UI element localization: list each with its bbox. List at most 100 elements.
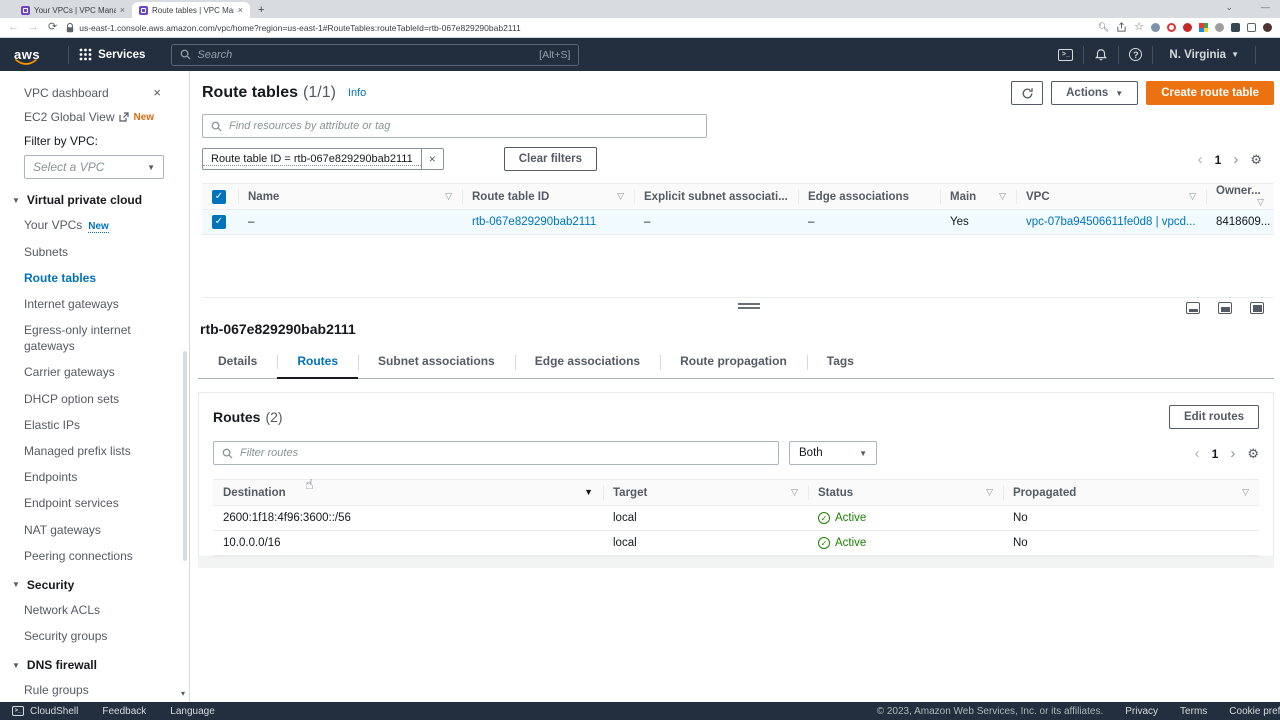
extension-icon[interactable] — [1183, 23, 1192, 32]
sidebar-item-managed-prefix-lists[interactable]: Managed prefix lists — [24, 443, 189, 459]
window-minimize-icon[interactable]: — — [1261, 2, 1270, 13]
window-icon[interactable] — [1247, 23, 1256, 32]
sidebar-scroll-down-icon[interactable]: ▾ — [181, 689, 185, 698]
column-header-route-table-id[interactable]: Route table ID▽ — [462, 184, 634, 210]
footer-cloudshell[interactable]: >_ CloudShell — [12, 706, 78, 717]
route-type-select[interactable]: Both ▼ — [789, 441, 877, 465]
sidebar-section-dns-firewall[interactable]: ▼ DNS firewall — [12, 658, 189, 672]
sort-icon[interactable]: ▽ — [791, 487, 798, 498]
settings-gear-icon[interactable]: ⚙ — [1250, 152, 1262, 168]
column-header-name[interactable]: Name▽ — [238, 184, 462, 210]
sort-icon[interactable]: ▽ — [986, 487, 993, 498]
select-all-checkbox[interactable]: ✓ — [212, 190, 226, 204]
column-header-vpc[interactable]: VPC▽ — [1016, 184, 1206, 210]
page-number[interactable]: 1 — [1215, 153, 1222, 167]
sort-icon[interactable]: ▽ — [445, 191, 452, 202]
previous-page-icon[interactable]: ‹ — [1198, 151, 1203, 168]
panel-size-small-icon[interactable] — [1186, 302, 1200, 314]
extension-icon[interactable] — [1167, 23, 1176, 32]
column-header-owner[interactable]: Owner...▽ — [1206, 184, 1274, 210]
tab-tags[interactable]: Tags — [807, 347, 874, 378]
sidebar-item-internet-gateways[interactable]: Internet gateways — [24, 296, 189, 312]
sidebar-item-nat-gateways[interactable]: NAT gateways — [24, 522, 189, 538]
tab-close-icon[interactable]: × — [238, 5, 243, 15]
footer-privacy[interactable]: Privacy — [1125, 706, 1158, 717]
create-route-table-button[interactable]: Create route table — [1146, 81, 1274, 105]
sort-icon[interactable]: ▽ — [999, 191, 1006, 202]
next-page-icon[interactable]: › — [1233, 151, 1238, 168]
sort-icon[interactable]: ▽ — [1189, 191, 1196, 202]
new-tab-button[interactable]: + — [258, 4, 264, 16]
tab-routes[interactable]: Routes — [277, 347, 358, 379]
sidebar-item-security-groups[interactable]: Security groups — [24, 628, 189, 644]
sidebar-item-dhcp-option-sets[interactable]: DHCP option sets — [24, 391, 189, 407]
filter-chip-label[interactable]: Route table ID = rtb-067e829290bab2111 — [203, 153, 421, 166]
region-selector[interactable]: N. Virginia ▼ — [1163, 49, 1245, 61]
sidebar-item-carrier-gateways[interactable]: Carrier gateways — [24, 364, 189, 380]
footer-terms[interactable]: Terms — [1180, 706, 1207, 717]
sidebar-item-network-acls[interactable]: Network ACLs — [24, 602, 189, 618]
column-header-propagated[interactable]: Propagated▽ — [1003, 480, 1259, 506]
sidebar-section-security[interactable]: ▼ Security — [12, 578, 189, 592]
sidebar-item-egress-only[interactable]: Egress-only internet gateways — [24, 322, 189, 354]
tab-search-chevron-icon[interactable]: ⌄ — [1225, 2, 1233, 13]
back-icon[interactable]: ← — [8, 22, 19, 33]
drag-handle-icon[interactable] — [738, 303, 760, 311]
column-header-explicit-subnet[interactable]: Explicit subnet associati... — [634, 184, 798, 210]
browser-tab-your-vpcs[interactable]: Your VPCs | VPC Management C × — [14, 2, 132, 18]
tab-subnet-associations[interactable]: Subnet associations — [358, 347, 515, 378]
panel-size-large-icon[interactable] — [1250, 302, 1264, 314]
column-header-target[interactable]: Target▽ — [603, 480, 808, 506]
vpc-select-dropdown[interactable]: Select a VPC ▼ — [24, 155, 164, 179]
info-link[interactable]: Info — [348, 87, 366, 99]
row-checkbox[interactable]: ✓ — [212, 215, 226, 229]
column-header-main[interactable]: Main▽ — [940, 184, 1016, 210]
edit-routes-button[interactable]: Edit routes — [1169, 405, 1259, 429]
route-row[interactable]: 10.0.0.0/16 local ✓Active No — [213, 531, 1259, 556]
sort-icon[interactable]: ▽ — [1257, 197, 1264, 208]
cloudshell-icon[interactable]: >_ — [1058, 49, 1073, 61]
sort-icon-active[interactable]: ▼ — [584, 487, 593, 497]
previous-page-icon[interactable]: ‹ — [1195, 445, 1200, 462]
reload-icon[interactable]: ⟳ — [48, 22, 57, 33]
filter-routes-input[interactable]: Filter routes — [213, 441, 779, 465]
extension-icon[interactable] — [1199, 23, 1208, 32]
aws-logo[interactable]: aws — [14, 48, 40, 61]
route-row[interactable]: 2600:1f18:4f96:3600::/56 local ✓Active N… — [213, 506, 1259, 531]
sort-icon[interactable]: ▽ — [617, 191, 624, 202]
help-icon[interactable]: ? — [1129, 48, 1142, 61]
panel-size-medium-icon[interactable] — [1218, 302, 1232, 314]
vpc-link[interactable]: vpc-07ba94506611fe0d8 | vpcd... — [1026, 216, 1196, 228]
sidebar-item-endpoint-services[interactable]: Endpoint services — [24, 495, 189, 511]
column-header-destination[interactable]: Destination▼ — [213, 480, 603, 506]
tab-details[interactable]: Details — [198, 347, 277, 378]
route-table-id-link[interactable]: rtb-067e829290bab2111 — [472, 216, 596, 228]
browser-tab-route-tables[interactable]: Route tables | VPC Managemen × — [132, 2, 250, 18]
address-bar[interactable]: us-east-1.console.aws.amazon.com/vpc/hom… — [66, 23, 1088, 33]
footer-feedback[interactable]: Feedback — [102, 706, 146, 717]
zoom-icon[interactable]: 🔍︎ — [1098, 23, 1109, 32]
forward-icon[interactable]: → — [28, 22, 39, 33]
extension-icon[interactable] — [1215, 23, 1224, 32]
extensions-pin-icon[interactable] — [1231, 23, 1240, 32]
column-header-status[interactable]: Status▽ — [808, 480, 1003, 506]
sidebar-item-ec2-global-view[interactable]: EC2 Global View — [24, 110, 115, 124]
sidebar-item-your-vpcs[interactable]: Your VPCsNew — [24, 217, 189, 234]
actions-button[interactable]: Actions ▼ — [1051, 81, 1138, 105]
footer-cookie-preferences[interactable]: Cookie preferences — [1229, 706, 1280, 717]
sidebar-item-subnets[interactable]: Subnets — [24, 244, 189, 260]
sidebar-close-icon[interactable]: × — [153, 85, 161, 100]
remove-filter-icon[interactable]: × — [421, 149, 443, 169]
share-icon[interactable] — [1116, 22, 1127, 33]
tab-route-propagation[interactable]: Route propagation — [660, 347, 807, 378]
tab-close-icon[interactable]: × — [120, 5, 125, 15]
footer-language[interactable]: Language — [170, 706, 215, 717]
services-menu[interactable]: Services — [79, 48, 145, 61]
find-resources-input[interactable]: Find resources by attribute or tag — [202, 114, 707, 138]
clear-filters-button[interactable]: Clear filters — [504, 147, 597, 171]
bookmark-star-icon[interactable]: ☆ — [1134, 22, 1144, 33]
refresh-button[interactable] — [1011, 81, 1043, 105]
sidebar-scrollbar[interactable] — [183, 351, 187, 561]
column-header-edge-associations[interactable]: Edge associations — [798, 184, 940, 210]
split-panel-divider[interactable] — [202, 297, 1274, 313]
